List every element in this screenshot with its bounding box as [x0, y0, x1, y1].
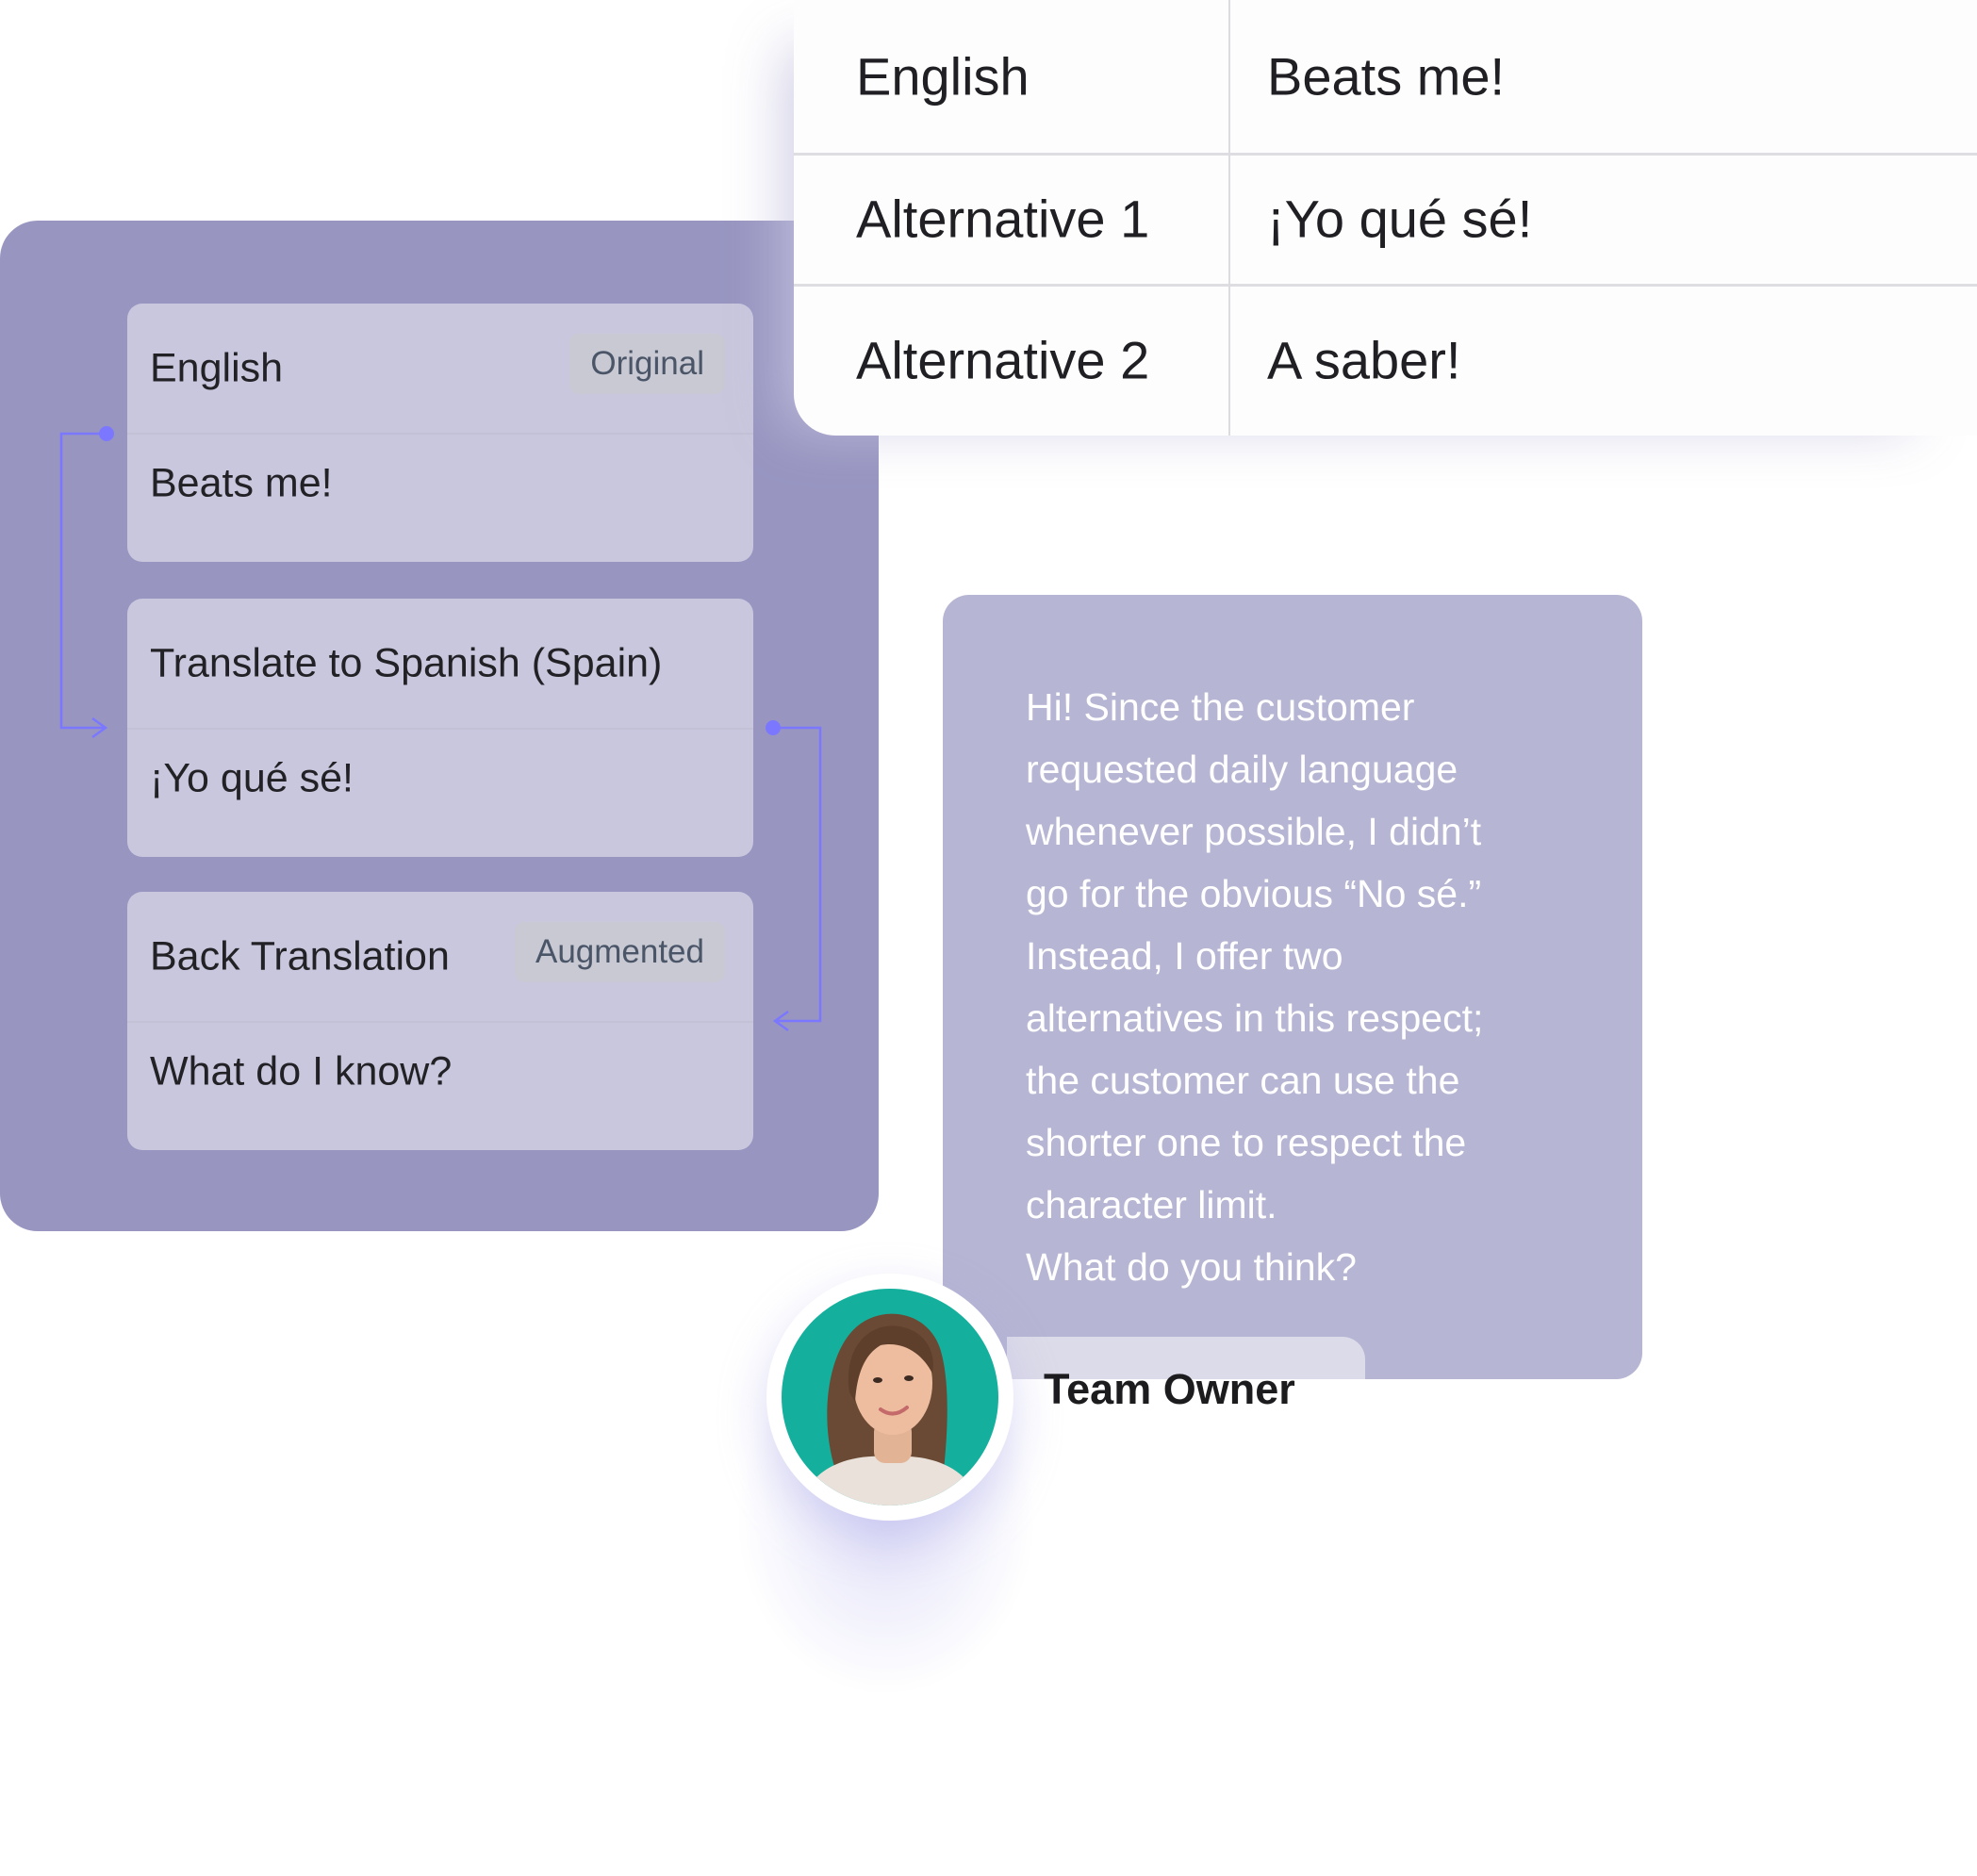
row-label: Alternative 2: [856, 330, 1150, 390]
step-value: ¡Yo qué sé!: [150, 755, 354, 801]
comment-line: requested daily language: [1026, 748, 1458, 791]
table-row[interactable]: English Beats me!: [794, 0, 1977, 156]
table-row[interactable]: Alternative 1 ¡Yo qué sé!: [794, 154, 1977, 287]
row-value: ¡Yo qué sé!: [1267, 189, 1533, 249]
comment-line: go for the obvious “No sé.”: [1026, 872, 1482, 915]
row-label: Alternative 1: [856, 189, 1150, 249]
workflow-step-back-translation[interactable]: Back Translation Augmented What do I kno…: [127, 892, 753, 1150]
comment-line: shorter one to respect the: [1026, 1121, 1467, 1164]
step-value: Beats me!: [150, 460, 333, 506]
user-photo-avatar-icon: [782, 1289, 998, 1506]
row-value: A saber!: [1267, 330, 1461, 390]
row-value: Beats me!: [1267, 46, 1506, 107]
step-title: English: [150, 345, 284, 390]
author-role-label: Team Owner: [1044, 1365, 1295, 1413]
person-portrait-icon: [800, 1313, 980, 1506]
workflow-step-original[interactable]: English Original Beats me!: [127, 304, 753, 562]
comment-line: alternatives in this respect;: [1026, 996, 1484, 1040]
workflow-step-translate[interactable]: Translate to Spanish (Spain) ¡Yo qué sé!: [127, 599, 753, 857]
step-header: English Original: [127, 304, 753, 435]
comment-line: Hi! Since the customer: [1026, 685, 1415, 729]
step-title: Back Translation: [150, 933, 450, 979]
table-row[interactable]: Alternative 2 A saber!: [794, 285, 1977, 436]
comment-line: whenever possible, I didn’t: [1026, 810, 1482, 853]
row-label: English: [856, 46, 1030, 107]
step-title: Translate to Spanish (Spain): [150, 640, 663, 685]
comment-bubble: Hi! Since the customer requested daily l…: [943, 595, 1642, 1379]
translations-table: English Beats me! Alternative 1 ¡Yo qué …: [794, 0, 1977, 436]
original-badge: Original: [569, 333, 725, 394]
column-divider: [1228, 0, 1230, 436]
augmented-badge: Augmented: [514, 921, 725, 982]
step-value: What do I know?: [150, 1048, 453, 1094]
comment-line: What do you think?: [1026, 1245, 1357, 1289]
avatar[interactable]: [766, 1274, 1013, 1521]
comment-line: the customer can use the: [1026, 1059, 1460, 1102]
step-header: Translate to Spanish (Spain): [127, 599, 753, 730]
comment-line: character limit.: [1026, 1183, 1277, 1226]
step-header: Back Translation Augmented: [127, 892, 753, 1023]
comment-line: Instead, I offer two: [1026, 934, 1343, 978]
